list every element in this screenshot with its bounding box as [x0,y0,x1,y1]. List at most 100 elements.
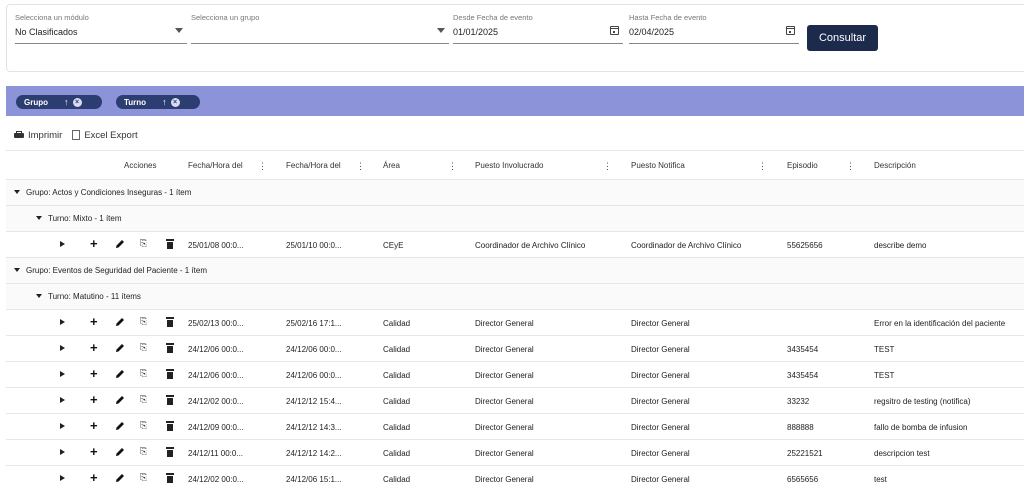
col-fecha-hora-2[interactable]: Fecha/Hora del [286,161,341,170]
copy-icon[interactable]: ⎘ [140,472,147,483]
trash-icon[interactable] [166,369,174,379]
column-menu-icon[interactable]: ⋮ [603,161,612,172]
column-menu-icon[interactable]: ⋮ [448,161,457,172]
col-puesto-notifica[interactable]: Puesto Notifica [631,161,685,170]
chevron-down-icon[interactable] [437,28,445,33]
filter-panel: Selecciona un módulo No Clasificados Sel… [6,4,1024,72]
edit-pencil-icon[interactable] [114,472,126,484]
column-menu-icon[interactable]: ⋮ [758,161,767,172]
table-row[interactable]: + ⎘ 24/12/06 00:0... 24/12/06 00:0... Ca… [6,362,1024,388]
column-menu-icon[interactable]: ⋮ [258,161,267,172]
expand-row-icon[interactable] [60,475,65,481]
remove-chip-icon[interactable]: × [72,97,82,107]
trash-icon[interactable] [166,343,174,353]
trash-icon[interactable] [166,421,174,431]
cell-episodio: 888888 [787,423,814,432]
add-icon[interactable]: + [90,419,98,433]
col-puesto-involucrado[interactable]: Puesto Involucrado [475,161,544,170]
calendar-icon[interactable] [786,26,795,35]
print-button[interactable]: Imprimir [14,130,62,141]
cell-area: Calidad [383,475,411,484]
group-chip-grupo[interactable]: Grupo ↑ × [16,95,102,109]
consultar-button[interactable]: Consultar [807,25,878,51]
edit-pencil-icon[interactable] [114,342,126,354]
add-icon[interactable]: + [90,315,98,329]
trash-icon[interactable] [166,473,174,483]
col-episodio[interactable]: Episodio [787,161,818,170]
edit-pencil-icon[interactable] [114,420,126,432]
expand-row-icon[interactable] [60,345,65,351]
add-icon[interactable]: + [90,341,98,355]
cell-descripcion: Error en la identificación del paciente [874,319,1006,328]
col-acciones[interactable]: Acciones [124,161,156,170]
table-row[interactable]: + ⎘ 24/12/02 00:0... 24/12/06 15:1... Ca… [6,466,1024,487]
expand-row-icon[interactable] [60,371,65,377]
trash-icon[interactable] [166,239,174,249]
copy-icon[interactable]: ⎘ [140,316,147,327]
cell-puesto-involucrado: Coordinador de Archivo Clínico [475,241,586,250]
table-row[interactable]: + ⎘ 25/01/08 00:0... 25/01/10 00:0... CE… [6,232,1024,258]
print-label: Imprimir [28,129,63,141]
group-row[interactable]: Grupo: Eventos de Seguridad del Paciente… [6,258,1024,284]
sort-up-icon[interactable]: ↑ [64,97,69,107]
collapse-icon[interactable] [36,216,42,220]
trash-icon[interactable] [166,447,174,457]
copy-icon[interactable]: ⎘ [140,238,147,249]
table-row[interactable]: + ⎘ 24/12/06 00:0... 24/12/06 00:0... Ca… [6,336,1024,362]
expand-row-icon[interactable] [60,319,65,325]
modulo-select[interactable]: Selecciona un módulo No Clasificados [15,13,187,44]
add-icon[interactable]: + [90,393,98,407]
column-menu-icon[interactable]: ⋮ [846,161,855,172]
grid-toolbar: Imprimir Excel Export [14,128,148,142]
add-icon[interactable]: + [90,367,98,381]
desde-date-field[interactable]: Desde Fecha de evento 01/01/2025 [453,13,623,44]
subgroup-row[interactable]: Turno: Mixto - 1 ítem [6,206,1024,232]
col-descripcion[interactable]: Descripción [874,161,916,170]
expand-row-icon[interactable] [60,397,65,403]
table-row[interactable]: + ⎘ 24/12/09 00:0... 24/12/12 14:3... Ca… [6,414,1024,440]
chevron-down-icon[interactable] [175,28,183,33]
calendar-icon[interactable] [610,26,619,35]
hasta-date-field[interactable]: Hasta Fecha de evento 02/04/2025 [629,13,799,44]
trash-icon[interactable] [166,395,174,405]
remove-chip-icon[interactable]: × [170,97,180,107]
edit-pencil-icon[interactable] [114,394,126,406]
copy-icon[interactable]: ⎘ [140,368,147,379]
copy-icon[interactable]: ⎘ [140,342,147,353]
trash-icon[interactable] [166,317,174,327]
edit-pencil-icon[interactable] [114,238,126,250]
cell-episodio: 3435454 [787,371,819,380]
collapse-icon[interactable] [14,190,20,194]
cell-area: Calidad [383,345,411,354]
table-row[interactable]: + ⎘ 24/12/11 00:0... 24/12/12 14:2... Ca… [6,440,1024,466]
add-icon[interactable]: + [90,445,98,459]
sort-up-icon[interactable]: ↑ [162,97,167,107]
collapse-icon[interactable] [36,294,42,298]
expand-row-icon[interactable] [60,241,65,247]
cell-puesto-involucrado: Director General [475,423,534,432]
edit-pencil-icon[interactable] [114,446,126,458]
excel-export-button[interactable]: Excel Export [72,129,138,141]
group-chip-turno[interactable]: Turno ↑ × [116,95,200,109]
col-fecha-hora-1[interactable]: Fecha/Hora del [188,161,243,170]
copy-icon[interactable]: ⎘ [140,394,147,405]
grupo-select[interactable]: Selecciona un grupo [191,13,449,44]
table-row[interactable]: + ⎘ 25/02/13 00:0... 25/02/16 17:1... Ca… [6,310,1024,336]
group-row[interactable]: Grupo: Actos y Condiciones Inseguras - 1… [6,180,1024,206]
expand-row-icon[interactable] [60,449,65,455]
cell-fecha1: 24/12/06 00:0... [188,371,244,380]
add-icon[interactable]: + [90,237,98,251]
subgroup-row[interactable]: Turno: Matutino - 11 ítems [6,284,1024,310]
add-icon[interactable]: + [90,471,98,485]
col-area[interactable]: Área [383,161,400,170]
cell-fecha1: 24/12/11 00:0... [188,449,244,458]
edit-pencil-icon[interactable] [114,316,126,328]
edit-pencil-icon[interactable] [114,368,126,380]
copy-icon[interactable]: ⎘ [140,446,147,457]
table-row[interactable]: + ⎘ 24/12/02 00:0... 24/12/12 15:4... Ca… [6,388,1024,414]
collapse-icon[interactable] [14,268,20,272]
expand-row-icon[interactable] [60,423,65,429]
excel-export-label: Excel Export [84,129,138,141]
column-menu-icon[interactable]: ⋮ [356,161,365,172]
copy-icon[interactable]: ⎘ [140,420,147,431]
